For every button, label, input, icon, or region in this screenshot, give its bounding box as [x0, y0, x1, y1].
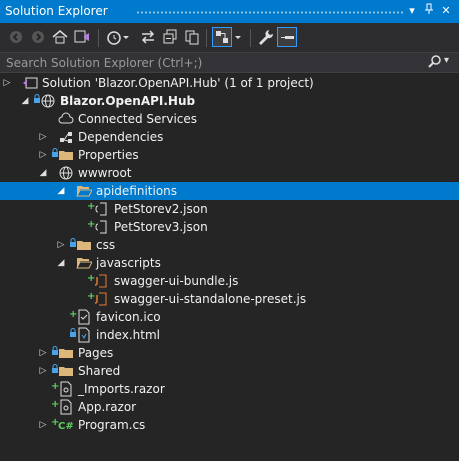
tree-item[interactable]: + PetStorev3.json — [0, 218, 459, 236]
tree-item-label: Blazor.OpenAPI.Hub — [60, 94, 196, 108]
collapse-all-icon[interactable] — [160, 27, 180, 47]
forward-icon[interactable] — [28, 27, 48, 47]
tree-item[interactable]: ◢ apidefinitions — [0, 182, 459, 200]
expand-arrow-icon[interactable]: ▷ — [38, 365, 48, 377]
tree-item-label: _Imports.razor — [78, 382, 165, 396]
title-bar: Solution Explorer ▾ ✕ — [0, 0, 459, 23]
tree-item-label: Program.cs — [78, 418, 146, 432]
tree-item[interactable]: + PetStorev2.json — [0, 200, 459, 218]
tree-item[interactable]: + favicon.ico — [0, 308, 459, 326]
expand-arrow-icon[interactable]: ▷ — [38, 419, 48, 431]
tree-item-label: Pages — [78, 346, 114, 360]
pin-icon[interactable] — [421, 3, 437, 19]
filter-dropdown-icon[interactable] — [233, 27, 243, 47]
tree-item-label: favicon.ico — [96, 310, 161, 324]
expand-arrow-icon[interactable]: ▷ — [2, 77, 12, 89]
tree-item-label: Solution 'Blazor.OpenAPI.Hub' (1 of 1 pr… — [42, 76, 314, 90]
tree-item-label: javascripts — [96, 256, 161, 270]
tree-item-label: Properties — [78, 148, 139, 162]
tree-item-label: swagger-ui-bundle.js — [114, 274, 239, 288]
folder-icon — [76, 237, 92, 253]
tree-item-label: Connected Services — [78, 112, 198, 126]
tree-item[interactable]: ▷ Properties — [0, 146, 459, 164]
tree-item[interactable]: ◢ wwwroot — [0, 164, 459, 182]
expand-arrow-icon[interactable]: ▷ — [38, 131, 48, 143]
expand-arrow-icon[interactable]: ▷ — [38, 347, 48, 359]
sync-icon[interactable] — [138, 27, 158, 47]
collapse-arrow-icon[interactable]: ◢ — [20, 95, 30, 107]
cloud-icon — [58, 111, 74, 127]
dependencies-icon — [58, 129, 74, 145]
tree-item-label: PetStorev3.json — [114, 220, 208, 234]
search-input[interactable] — [0, 53, 420, 72]
collapse-arrow-icon[interactable]: ◢ — [56, 257, 66, 269]
tree-item[interactable]: ▷ + C# Program.cs — [0, 416, 459, 434]
toolbar-separator — [250, 29, 251, 47]
tree-item[interactable]: ▷ css — [0, 236, 459, 254]
folder-icon — [58, 363, 74, 379]
tree-item-label: swagger-ui-standalone-preset.js — [114, 292, 307, 306]
js-file-icon — [94, 273, 110, 289]
json-file-icon — [94, 219, 110, 235]
project-icon — [40, 93, 56, 109]
tree-item-label: wwwroot — [78, 166, 132, 180]
panel-bottom — [0, 455, 459, 461]
globe-icon — [58, 165, 74, 181]
expand-arrow-icon[interactable]: ▷ — [56, 239, 66, 251]
tree-item[interactable]: ▷ Shared — [0, 362, 459, 380]
title-grip — [136, 10, 403, 15]
home-icon[interactable] — [50, 27, 70, 47]
ico-file-icon — [76, 309, 92, 325]
pending-dropdown-icon[interactable] — [121, 27, 131, 47]
tree-item-label: App.razor — [78, 400, 137, 414]
toolbar-separator — [206, 29, 207, 47]
json-file-icon — [94, 201, 110, 217]
show-all-files-icon[interactable] — [182, 27, 202, 47]
solution-icon — [22, 75, 38, 91]
search-icon[interactable] — [428, 55, 442, 72]
toolbar — [0, 23, 459, 53]
tree-item[interactable]: ◢ javascripts — [0, 254, 459, 272]
toolbar-separator — [98, 29, 99, 47]
folder-icon — [58, 147, 74, 163]
search-options-icon[interactable]: ▾ — [444, 55, 449, 66]
tree-item[interactable]: + App.razor — [0, 398, 459, 416]
tree-item[interactable]: ▷ Dependencies — [0, 128, 459, 146]
preview-selected-icon[interactable] — [277, 27, 297, 47]
back-icon[interactable] — [6, 27, 26, 47]
folder-open-icon — [76, 255, 93, 271]
collapse-arrow-icon[interactable]: ◢ — [56, 185, 66, 197]
search-bar: ▾ — [0, 53, 459, 73]
tree-item-label: css — [96, 238, 116, 252]
tree-item[interactable]: index.html — [0, 326, 459, 344]
switch-views-icon[interactable] — [72, 27, 92, 47]
dropdown-icon[interactable]: ▾ — [404, 3, 420, 19]
collapse-arrow-icon[interactable]: ◢ — [38, 167, 48, 179]
tree-item[interactable]: + swagger-ui-bundle.js — [0, 272, 459, 290]
tree-item-label: index.html — [96, 328, 160, 342]
tree-item[interactable]: ▷ Solution 'Blazor.OpenAPI.Hub' (1 of 1 p… — [0, 74, 459, 92]
tree-item[interactable]: ▷ Pages — [0, 344, 459, 362]
folder-open-icon — [76, 183, 93, 199]
tree-item-label: PetStorev2.json — [114, 202, 208, 216]
close-icon[interactable]: ✕ — [438, 3, 454, 19]
tree-item-label: Shared — [78, 364, 121, 378]
html-file-icon — [76, 327, 92, 343]
js-file-icon — [94, 291, 110, 307]
expand-arrow-icon[interactable]: ▷ — [38, 149, 48, 161]
properties-wrench-icon[interactable] — [256, 27, 276, 47]
svg-text:C#: C# — [58, 421, 74, 432]
tree-item-label: Dependencies — [78, 130, 164, 144]
razor-file-icon — [58, 381, 74, 397]
window-title: Solution Explorer — [5, 4, 108, 18]
tree-item[interactable]: + swagger-ui-standalone-preset.js — [0, 290, 459, 308]
tree-item[interactable]: + _Imports.razor — [0, 380, 459, 398]
tree-item[interactable]: ◢ Blazor.OpenAPI.Hub — [0, 92, 459, 110]
track-active-item-icon[interactable] — [212, 27, 232, 47]
folder-icon — [58, 345, 74, 361]
tree-item-label: apidefinitions — [96, 184, 178, 198]
razor-file-icon — [58, 399, 74, 415]
tree-item[interactable]: Connected Services — [0, 110, 459, 128]
csharp-file-icon: C# — [58, 417, 74, 433]
